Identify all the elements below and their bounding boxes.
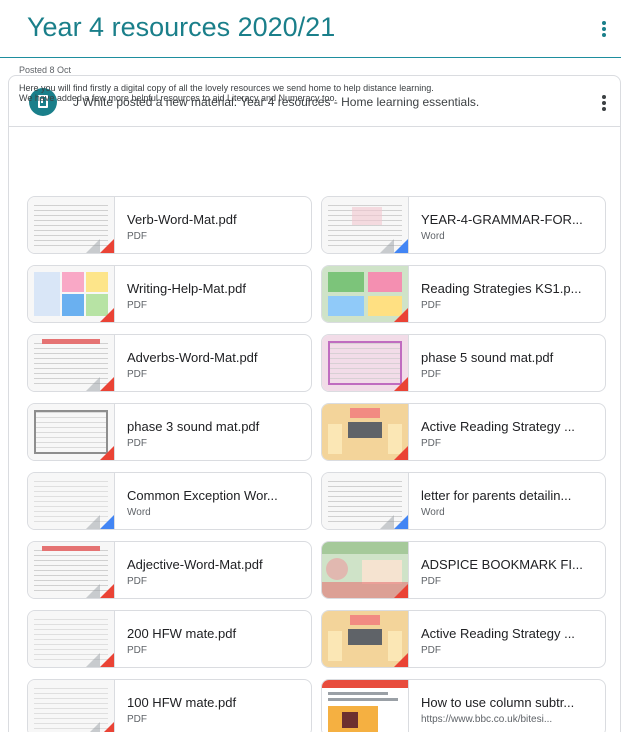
attachment-name: Active Reading Strategy ... <box>421 419 575 434</box>
attachment-name: Common Exception Wor... <box>127 488 278 503</box>
attachment-card[interactable]: Verb-Word-Mat.pdf PDF <box>27 196 312 254</box>
attachment-name: 200 HFW mate.pdf <box>127 626 237 641</box>
description-line-2: We have added a few more helpful resourc… <box>19 93 338 103</box>
attachment-thumbnail <box>322 197 409 253</box>
topic-header: Year 4 resources 2020/21 <box>0 0 621 58</box>
attachment-card[interactable]: Active Reading Strategy ... PDF <box>321 610 606 668</box>
attachment-type: PDF <box>421 300 441 311</box>
attachment-card[interactable]: Active Reading Strategy ... PDF <box>321 403 606 461</box>
attachment-type: PDF <box>127 300 147 311</box>
attachment-card[interactable]: How to use column subtr... https://www.b… <box>321 679 606 732</box>
attachment-thumbnail <box>322 473 409 529</box>
attachment-type: PDF <box>421 369 441 380</box>
attachment-card[interactable]: 100 HFW mate.pdf PDF <box>27 679 312 732</box>
attachment-type: PDF <box>127 645 147 656</box>
attachment-name: YEAR-4-GRAMMAR-FOR... <box>421 212 583 227</box>
attachment-card[interactable]: ADSPICE BOOKMARK FI... PDF <box>321 541 606 599</box>
attachment-name: ADSPICE BOOKMARK FI... <box>421 557 583 572</box>
attachment-name: phase 5 sound mat.pdf <box>421 350 554 365</box>
posted-date: Posted 8 Oct <box>19 65 72 75</box>
attachment-name: Adverbs-Word-Mat.pdf <box>127 350 258 365</box>
topic-more-options-icon[interactable] <box>596 18 612 40</box>
attachment-type: PDF <box>127 369 147 380</box>
attachment-name: Verb-Word-Mat.pdf <box>127 212 237 227</box>
attachment-thumbnail <box>28 680 115 732</box>
attachment-card[interactable]: Writing-Help-Mat.pdf PDF <box>27 265 312 323</box>
attachment-type: Word <box>421 507 445 518</box>
attachment-type: Word <box>127 507 151 518</box>
attachment-thumbnail <box>28 197 115 253</box>
attachment-thumbnail <box>28 473 115 529</box>
attachment-thumbnail <box>28 542 115 598</box>
attachment-type: PDF <box>127 438 147 449</box>
attachment-name: 100 HFW mate.pdf <box>127 695 237 710</box>
attachment-thumbnail <box>322 542 409 598</box>
attachment-thumbnail <box>28 611 115 667</box>
attachment-thumbnail <box>28 404 115 460</box>
attachment-thumbnail <box>322 611 409 667</box>
attachment-name: phase 3 sound mat.pdf <box>127 419 260 434</box>
attachment-name: Adjective-Word-Mat.pdf <box>127 557 263 572</box>
attachment-type: PDF <box>127 231 147 242</box>
material-more-options-icon[interactable] <box>596 92 612 114</box>
attachment-name: letter for parents detailin... <box>421 488 572 503</box>
attachment-type: https://www.bbc.co.uk/bitesi... <box>421 714 553 725</box>
attachment-name: Writing-Help-Mat.pdf <box>127 281 246 296</box>
attachment-thumbnail <box>28 335 115 391</box>
classroom-material-page: Year 4 resources 2020/21 J White posted … <box>0 0 621 732</box>
attachment-name: Active Reading Strategy ... <box>421 626 575 641</box>
attachment-card[interactable]: Reading Strategies KS1.p... PDF <box>321 265 606 323</box>
attachment-type: PDF <box>127 714 147 725</box>
attachment-thumbnail <box>28 266 115 322</box>
attachment-type: PDF <box>421 645 441 656</box>
attachment-thumbnail <box>322 266 409 322</box>
attachment-card[interactable]: Adjective-Word-Mat.pdf PDF <box>27 541 312 599</box>
attachment-card[interactable]: phase 3 sound mat.pdf PDF <box>27 403 312 461</box>
attachment-card[interactable]: 200 HFW mate.pdf PDF <box>27 610 312 668</box>
attachment-type: PDF <box>421 576 441 587</box>
attachment-card[interactable]: YEAR-4-GRAMMAR-FOR... Word <box>321 196 606 254</box>
attachment-thumbnail <box>322 680 409 732</box>
attachment-name: How to use column subtr... <box>421 695 575 710</box>
material-description: Here you will find firstly a digital cop… <box>19 83 579 103</box>
page-title: Year 4 resources 2020/21 <box>27 12 336 42</box>
description-line-1: Here you will find firstly a digital cop… <box>19 83 434 93</box>
attachment-card[interactable]: Adverbs-Word-Mat.pdf PDF <box>27 334 312 392</box>
attachment-type: Word <box>421 231 445 242</box>
attachment-card[interactable]: letter for parents detailin... Word <box>321 472 606 530</box>
attachment-type: PDF <box>421 438 441 449</box>
attachment-name: Reading Strategies KS1.p... <box>421 281 582 296</box>
attachment-thumbnail <box>322 335 409 391</box>
attachment-type: PDF <box>127 576 147 587</box>
attachment-card[interactable]: phase 5 sound mat.pdf PDF <box>321 334 606 392</box>
attachment-thumbnail <box>322 404 409 460</box>
attachment-card[interactable]: Common Exception Wor... Word <box>27 472 312 530</box>
